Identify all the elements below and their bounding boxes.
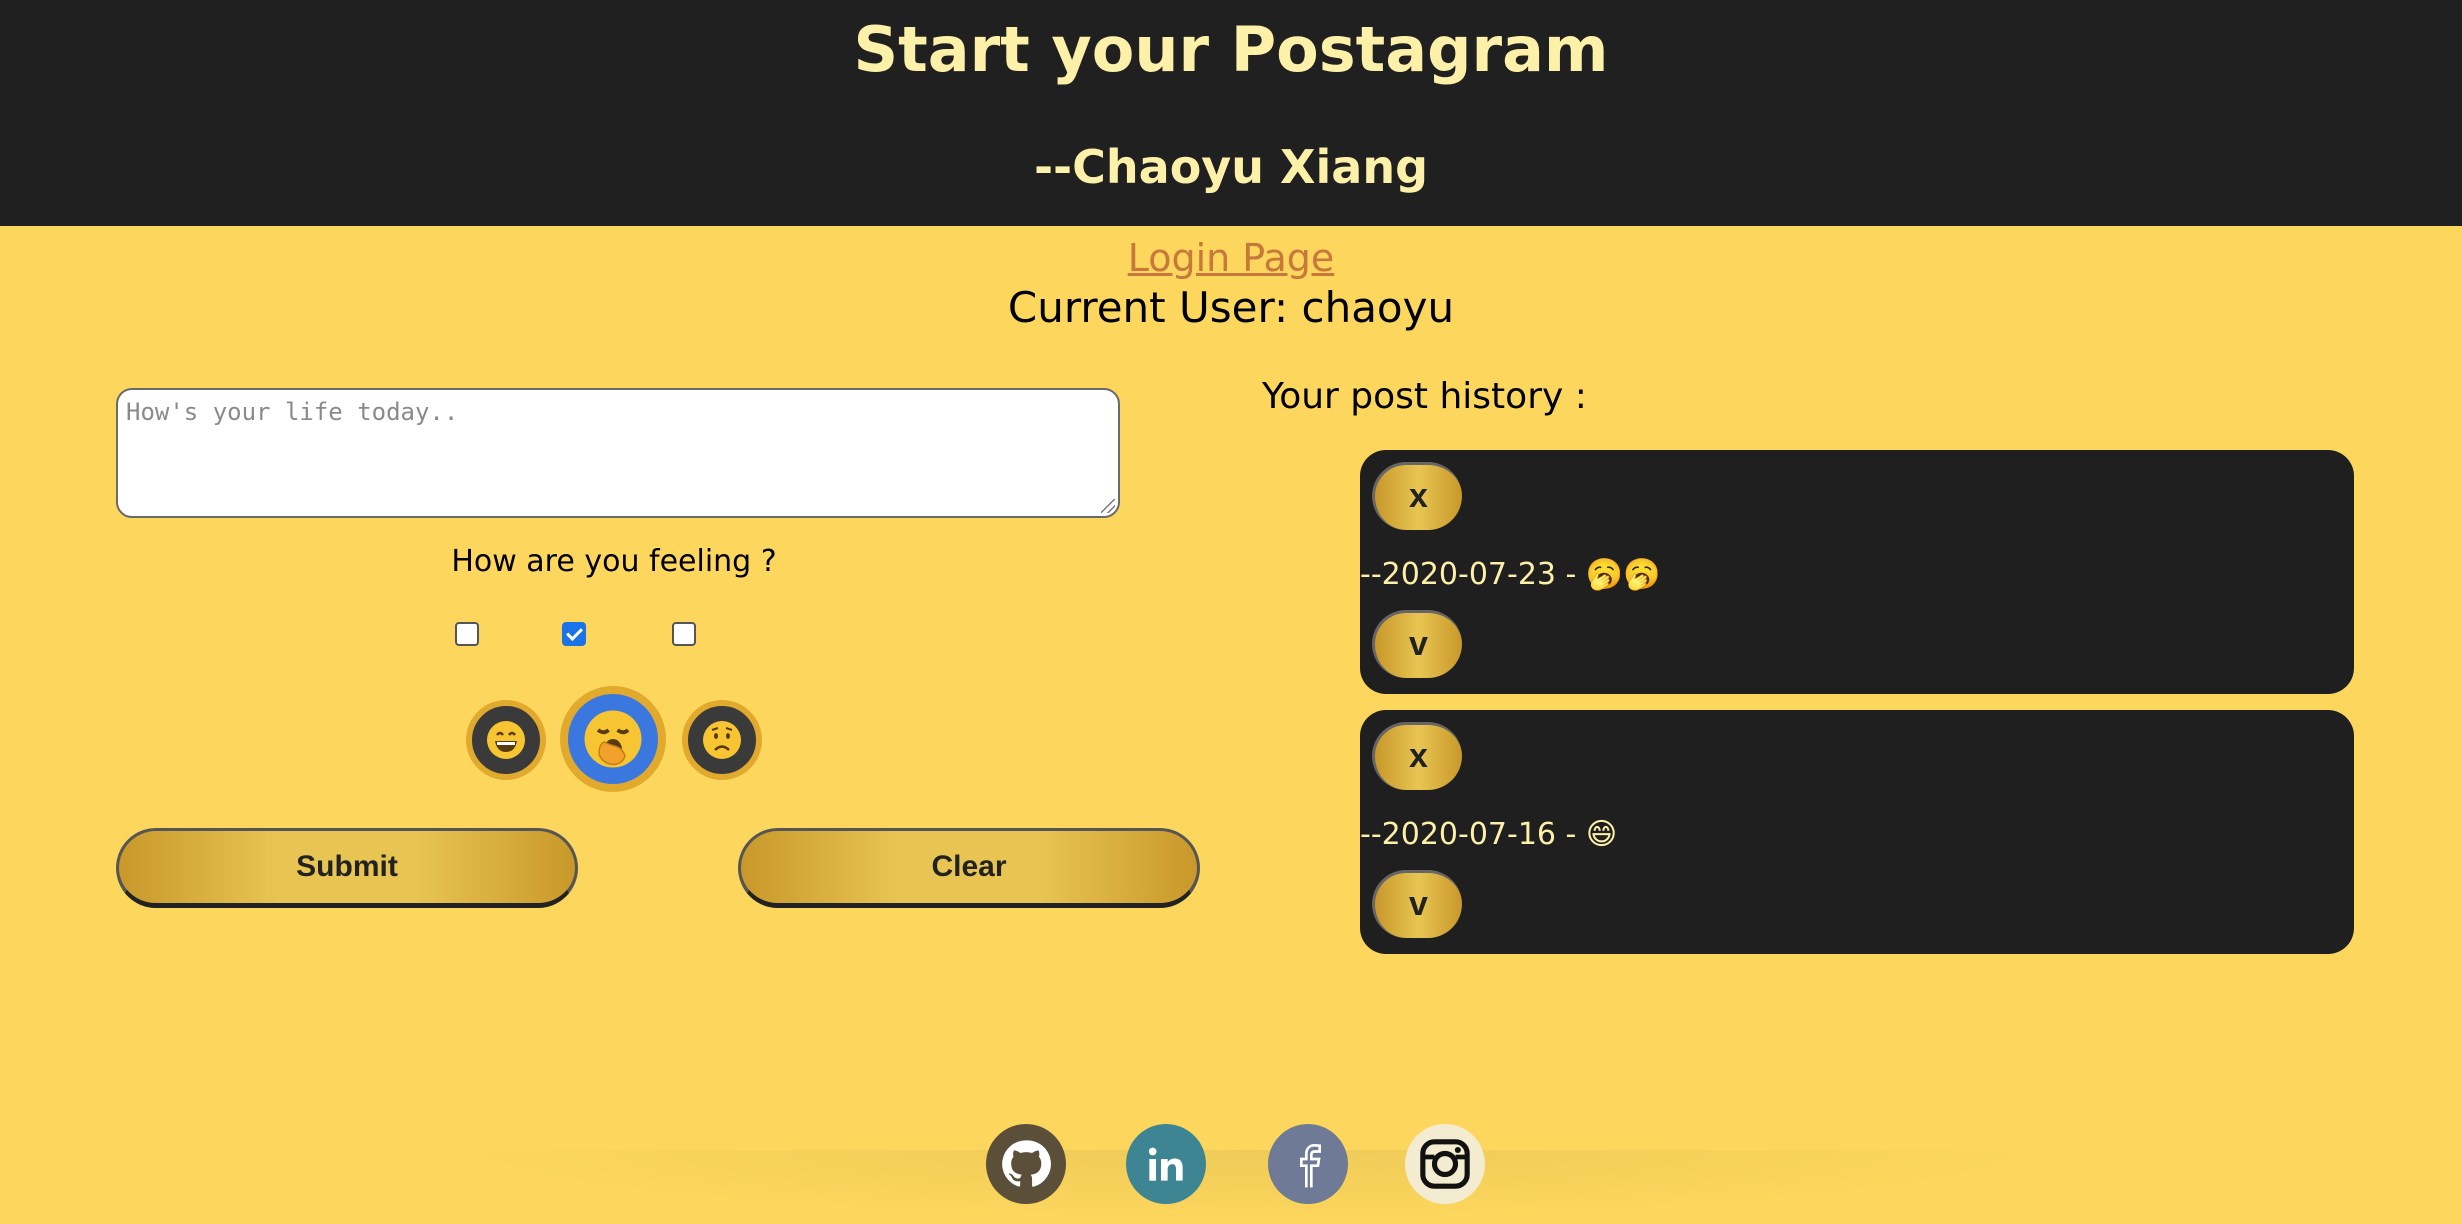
footer-shadow xyxy=(400,1150,2100,1224)
view-post-button[interactable]: v xyxy=(1372,610,1462,678)
facebook-link[interactable] xyxy=(1268,1124,1348,1204)
page-title: Start your Postagram xyxy=(853,13,1609,86)
delete-post-button[interactable]: x xyxy=(1372,462,1462,530)
page-header: Start your Postagram --Chaoyu Xiang xyxy=(0,0,2462,226)
submit-button[interactable]: Submit xyxy=(116,828,578,908)
github-link[interactable] xyxy=(986,1124,1066,1204)
instagram-link[interactable] xyxy=(1405,1124,1485,1204)
delete-post-button[interactable]: x xyxy=(1372,722,1462,790)
mood-button-worried[interactable] xyxy=(682,700,762,780)
feeling-question: How are you feeling ? xyxy=(451,544,777,579)
current-user-label: Current User: chaoyu xyxy=(1007,283,1455,332)
worried-face-icon xyxy=(703,721,741,759)
login-page-link[interactable]: Login Page xyxy=(0,232,2462,284)
mood-checkbox-grinning[interactable] xyxy=(455,622,479,646)
resize-handle-icon[interactable] xyxy=(1101,499,1115,513)
mood-button-grinning[interactable] xyxy=(466,700,546,780)
post-card: x --2020-07-23 - 🥱🥱 v xyxy=(1360,450,2354,694)
instagram-icon xyxy=(1420,1139,1470,1189)
linkedin-icon xyxy=(1148,1147,1183,1181)
post-card: x --2020-07-16 - 😄 v xyxy=(1360,710,2354,954)
post-history-label: Your post history : xyxy=(1262,376,1587,417)
github-icon xyxy=(1002,1140,1051,1187)
author-line: --Chaoyu Xiang xyxy=(1033,140,1429,194)
facebook-icon xyxy=(1300,1143,1321,1188)
linkedin-link[interactable] xyxy=(1126,1124,1206,1204)
yawning-face-icon xyxy=(584,710,642,768)
post-date: --2020-07-16 - 😄 xyxy=(1360,817,1618,852)
post-textarea-placeholder: How's your life today.. xyxy=(126,398,459,426)
grinning-face-icon xyxy=(487,721,525,759)
mood-button-yawning[interactable] xyxy=(560,686,666,792)
post-date: --2020-07-23 - 🥱🥱 xyxy=(1360,557,1661,592)
mood-checkbox-worried[interactable] xyxy=(672,622,696,646)
post-textarea[interactable]: How's your life today.. xyxy=(116,388,1120,518)
view-post-button[interactable]: v xyxy=(1372,870,1462,938)
mood-checkbox-yawning[interactable] xyxy=(562,622,586,646)
clear-button[interactable]: Clear xyxy=(738,828,1200,908)
